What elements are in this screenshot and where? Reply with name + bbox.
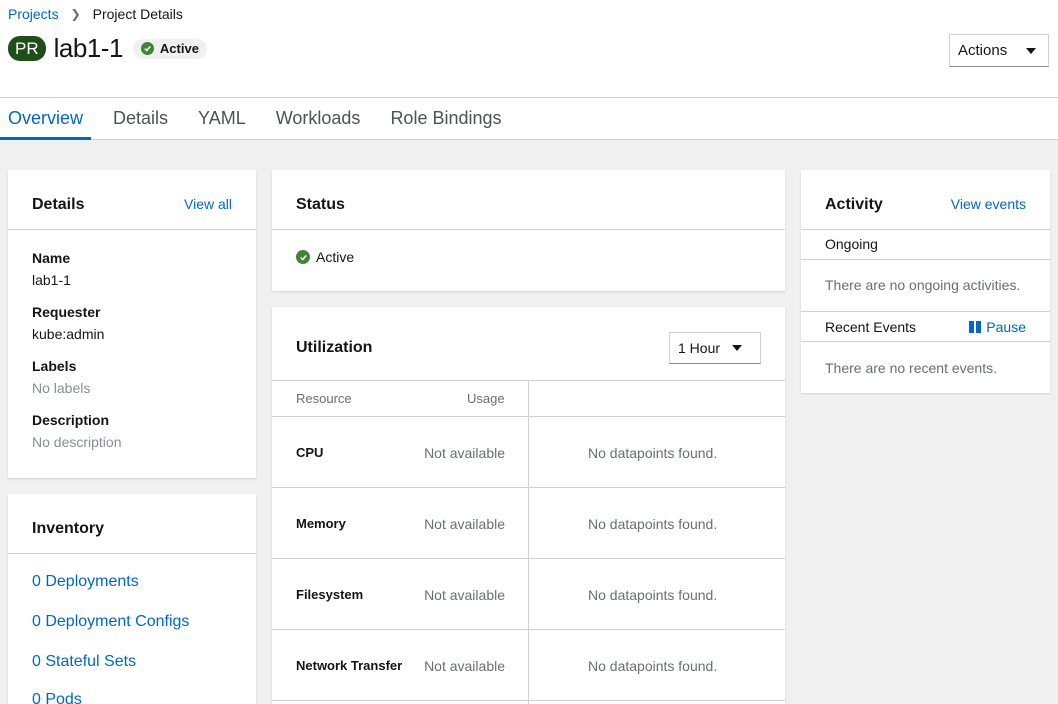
activity-card-title: Activity xyxy=(825,196,883,213)
caret-down-icon xyxy=(1026,47,1036,54)
actions-dropdown[interactable]: Actions xyxy=(949,34,1049,67)
inventory-deployment-configs-link[interactable]: 0 Deployment Configs xyxy=(32,613,189,631)
detail-value: No labels xyxy=(32,380,91,396)
utilization-card: Utilization 1 Hour Resource Usage CPU No… xyxy=(272,307,785,704)
resource-usage: Not available xyxy=(424,658,505,674)
detail-label: Requester xyxy=(32,304,101,320)
utilization-row-cpu: CPU Not available No datapoints found. xyxy=(272,416,785,487)
detail-labels: Labels No labels xyxy=(32,358,90,396)
view-events-link[interactable]: View events xyxy=(951,196,1026,212)
resource-name: Filesystem xyxy=(296,587,364,602)
column-header-resource: Resource xyxy=(296,391,352,406)
resource-usage: Not available xyxy=(424,587,505,603)
tab-overview[interactable]: Overview xyxy=(0,98,92,140)
status-card-title: Status xyxy=(296,196,345,213)
status-badge-label: Active xyxy=(159,41,199,56)
page-header: Projects ❯ Project Details PR lab1-1 Act… xyxy=(0,0,1058,98)
title-row: PR lab1-1 Active xyxy=(8,33,207,64)
chevron-right-icon: ❯ xyxy=(70,7,81,21)
divider xyxy=(272,700,785,701)
column-header-usage: Usage xyxy=(467,391,505,406)
status-card: Status Active xyxy=(272,170,785,291)
recent-events-header: Recent Events xyxy=(825,319,917,335)
status-value: Active xyxy=(316,249,355,265)
resource-name: Network Transfer xyxy=(296,658,403,673)
resource-name: Memory xyxy=(296,516,346,531)
detail-value: kube:admin xyxy=(32,326,105,342)
ongoing-header: Ongoing xyxy=(825,236,878,252)
divider xyxy=(801,341,1050,342)
utilization-row-network: Network Transfer Not available No datapo… xyxy=(272,629,785,700)
breadcrumb-projects-link[interactable]: Projects xyxy=(8,6,59,22)
divider xyxy=(801,311,1050,312)
tab-details[interactable]: Details xyxy=(105,98,176,140)
inventory-stateful-sets-link[interactable]: 0 Stateful Sets xyxy=(32,653,136,671)
detail-label: Labels xyxy=(32,358,77,374)
inventory-card-title: Inventory xyxy=(32,520,105,537)
view-all-link[interactable]: View all xyxy=(184,196,232,212)
activity-card: Activity View events Ongoing There are n… xyxy=(801,170,1050,393)
breadcrumb: Projects ❯ Project Details xyxy=(8,6,183,22)
overview-content: Details View all Name lab1-1 Requester k… xyxy=(0,140,1058,704)
time-range-select[interactable]: 1 Hour xyxy=(669,332,761,364)
divider xyxy=(272,229,785,230)
inventory-pods-link[interactable]: 0 Pods xyxy=(32,691,82,704)
resource-usage: Not available xyxy=(424,516,505,532)
pause-label: Pause xyxy=(986,319,1026,335)
check-circle-icon xyxy=(296,250,310,264)
utilization-row-filesystem: Filesystem Not available No datapoints f… xyxy=(272,558,785,629)
utilization-row-memory: Memory Not available No datapoints found… xyxy=(272,487,785,558)
chart-empty-state: No datapoints found. xyxy=(588,445,718,461)
chart-empty-state: No datapoints found. xyxy=(588,587,718,603)
recent-empty-state: There are no recent events. xyxy=(825,360,997,376)
chart-empty-state: No datapoints found. xyxy=(588,516,718,532)
status-row: Active xyxy=(296,249,354,265)
inventory-card: Inventory 0 Deployments 0 Deployment Con… xyxy=(8,494,256,704)
tab-bar: Overview Details YAML Workloads Role Bin… xyxy=(0,98,1058,140)
detail-requester: Requester kube:admin xyxy=(32,304,104,342)
status-badge: Active xyxy=(132,38,207,59)
caret-down-icon xyxy=(732,345,742,351)
ongoing-empty-state: There are no ongoing activities. xyxy=(825,277,1021,293)
divider xyxy=(801,229,1050,230)
pause-button[interactable]: Pause xyxy=(969,319,1026,335)
page-title: lab1-1 xyxy=(53,33,124,63)
utilization-card-title: Utilization xyxy=(296,339,373,356)
tab-yaml[interactable]: YAML xyxy=(190,98,254,140)
detail-value: lab1-1 xyxy=(32,272,71,288)
divider xyxy=(801,259,1050,260)
divider xyxy=(8,229,256,230)
detail-label: Name xyxy=(32,250,71,266)
project-badge: PR xyxy=(8,36,46,61)
actions-label: Actions xyxy=(958,42,1008,59)
detail-value: No description xyxy=(32,434,122,450)
pause-icon xyxy=(969,321,982,333)
breadcrumb-current: Project Details xyxy=(92,6,183,22)
time-range-value: 1 Hour xyxy=(678,340,721,356)
check-circle-icon xyxy=(140,42,154,55)
tab-workloads[interactable]: Workloads xyxy=(268,98,369,140)
detail-label: Description xyxy=(32,412,110,428)
detail-description: Description No description xyxy=(32,412,122,450)
inventory-deployments-link[interactable]: 0 Deployments xyxy=(32,573,139,591)
resource-usage: Not available xyxy=(424,445,505,461)
detail-name: Name lab1-1 xyxy=(32,250,71,288)
resource-name: CPU xyxy=(296,445,324,460)
chart-empty-state: No datapoints found. xyxy=(588,658,718,674)
details-card-title: Details xyxy=(32,196,85,213)
divider xyxy=(8,553,256,554)
details-card: Details View all Name lab1-1 Requester k… xyxy=(8,170,256,478)
tab-role-bindings[interactable]: Role Bindings xyxy=(382,98,509,140)
